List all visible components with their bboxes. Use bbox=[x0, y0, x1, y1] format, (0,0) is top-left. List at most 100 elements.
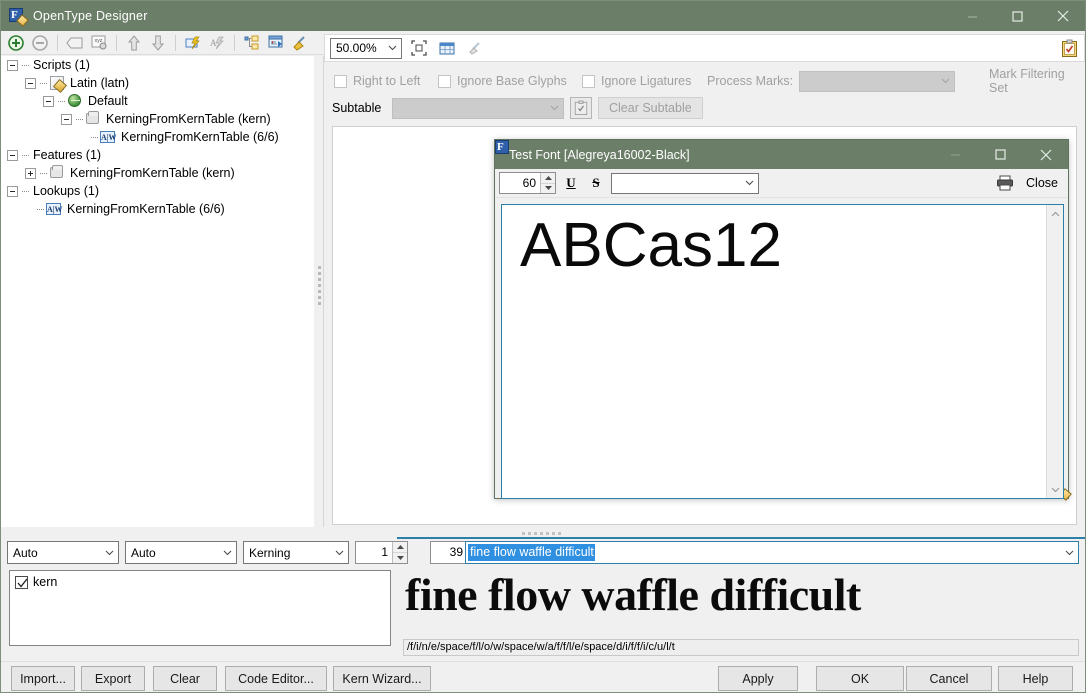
chevron-down-icon bbox=[741, 174, 758, 193]
tree-node[interactable]: A|W KerningFromKernTable (6/6) bbox=[1, 128, 314, 146]
code-editor-button[interactable]: Code Editor... bbox=[225, 666, 327, 691]
maximize-icon[interactable] bbox=[995, 1, 1040, 31]
sample-text-combo[interactable]: fine flow waffle difficult bbox=[465, 541, 1079, 564]
stepper-up-icon[interactable] bbox=[541, 173, 555, 183]
feature-tree[interactable]: Scripts (1) Latin (latn) Default KerningFro… bbox=[1, 56, 314, 529]
checkbox-box[interactable] bbox=[582, 74, 595, 88]
import-button[interactable]: Import... bbox=[11, 666, 75, 691]
help-button[interactable]: Help bbox=[998, 666, 1073, 691]
move-down-icon[interactable] bbox=[147, 32, 169, 54]
compile-icon[interactable] bbox=[182, 32, 204, 54]
tree-connector bbox=[39, 78, 49, 89]
tree-node[interactable]: KerningFromKernTable (kern) bbox=[1, 164, 314, 182]
tree-node-label: Latin (latn) bbox=[70, 76, 130, 90]
tree-node-label: Default bbox=[88, 94, 128, 108]
export-button[interactable]: Export bbox=[81, 666, 145, 691]
maximize-icon[interactable] bbox=[978, 140, 1023, 169]
chevron-down-icon bbox=[937, 72, 954, 91]
test-font-close-button[interactable]: Close bbox=[1022, 176, 1068, 190]
chevron-down-icon[interactable] bbox=[1060, 550, 1078, 556]
tree-node[interactable]: Default bbox=[1, 92, 314, 110]
tree-node[interactable]: Features (1) bbox=[1, 146, 314, 164]
lookup-aw-icon: A|W bbox=[100, 131, 117, 143]
tree-expander-icon[interactable] bbox=[7, 185, 18, 197]
tree-icon[interactable] bbox=[241, 32, 263, 54]
checkbox-box[interactable] bbox=[334, 74, 347, 88]
strikethrough-button[interactable]: S bbox=[586, 172, 606, 194]
chevron-down-icon bbox=[101, 543, 118, 562]
close-icon[interactable] bbox=[1040, 1, 1085, 31]
subtable-picker-button[interactable] bbox=[570, 97, 592, 119]
pair-index-stepper[interactable]: 1 bbox=[355, 541, 408, 564]
tree-node[interactable]: A|W KerningFromKernTable (6/6) bbox=[1, 200, 314, 218]
cancel-button[interactable]: Cancel bbox=[906, 666, 992, 691]
chevron-up-icon[interactable] bbox=[1047, 205, 1064, 222]
stepper-up-icon[interactable] bbox=[393, 542, 407, 552]
stepper-buttons[interactable] bbox=[392, 542, 407, 563]
tree-expander-icon[interactable] bbox=[7, 59, 18, 71]
checkbox-box[interactable] bbox=[15, 575, 28, 589]
chevron-down-icon[interactable] bbox=[1047, 481, 1064, 498]
sample-text-area[interactable]: ABCas12 bbox=[501, 204, 1064, 499]
chevron-down-icon bbox=[384, 39, 401, 58]
printer-icon[interactable] bbox=[993, 172, 1017, 194]
grid-view-icon[interactable] bbox=[436, 37, 458, 59]
tag-icon[interactable] bbox=[64, 32, 86, 54]
tree-node[interactable]: Scripts (1) bbox=[1, 56, 314, 74]
xyz-icon[interactable]: xyz bbox=[88, 32, 110, 54]
clipboard-check-icon[interactable] bbox=[1058, 37, 1080, 59]
checkbox-box[interactable] bbox=[438, 74, 451, 88]
tree-expander-icon[interactable] bbox=[7, 149, 18, 161]
language-combo[interactable]: Auto bbox=[125, 541, 237, 564]
clear-subtable-button[interactable]: Clear Subtable bbox=[598, 97, 703, 119]
remove-icon[interactable] bbox=[29, 32, 51, 54]
sample-text-input[interactable]: fine flow waffle difficult bbox=[468, 544, 595, 561]
stepper-down-icon[interactable] bbox=[541, 182, 555, 194]
vertical-splitter[interactable] bbox=[314, 56, 324, 529]
process-marks-combo[interactable] bbox=[799, 70, 956, 92]
clear-button[interactable]: Clear bbox=[153, 666, 217, 691]
apply-button[interactable]: Apply bbox=[718, 666, 798, 691]
window-icon[interactable] bbox=[265, 32, 287, 54]
subtable-row: Subtable Clear Subtable bbox=[324, 94, 1085, 122]
lookup-flag-checkbox[interactable]: Ignore Ligatures bbox=[582, 74, 691, 88]
minimize-icon[interactable] bbox=[933, 140, 978, 169]
font-size-stepper[interactable]: 60 bbox=[499, 172, 556, 194]
tree-node[interactable]: KerningFromKernTable (kern) bbox=[1, 110, 314, 128]
tree-expander-icon[interactable] bbox=[25, 77, 36, 89]
lookup-flag-checkbox[interactable]: Ignore Base Glyphs bbox=[438, 74, 567, 88]
subtable-combo[interactable] bbox=[392, 97, 564, 119]
add-icon[interactable] bbox=[5, 32, 27, 54]
chevron-down-icon bbox=[219, 543, 236, 562]
tree-expander-icon[interactable] bbox=[61, 113, 72, 125]
window-title: OpenType Designer bbox=[33, 9, 148, 23]
horizontal-splitter[interactable] bbox=[1, 527, 1085, 539]
minimize-icon[interactable] bbox=[950, 1, 995, 31]
tree-expander-icon[interactable] bbox=[43, 95, 54, 107]
tree-node[interactable]: Lookups (1) bbox=[1, 182, 314, 200]
tree-node[interactable]: Latin (latn) bbox=[1, 74, 314, 92]
fit-to-window-icon[interactable] bbox=[408, 37, 430, 59]
kern-wizard-button[interactable]: Kern Wizard... bbox=[333, 666, 431, 691]
test-font-title: Test Font [Alegreya16002-Black] bbox=[509, 147, 690, 162]
tree-expander-icon[interactable] bbox=[25, 167, 36, 179]
lookup-flag-checkbox[interactable]: Right to Left bbox=[334, 74, 420, 88]
stepper-down-icon[interactable] bbox=[393, 552, 407, 563]
brush-icon[interactable] bbox=[464, 37, 486, 59]
feature-combo[interactable]: Kerning bbox=[243, 541, 349, 564]
font-select-combo[interactable] bbox=[611, 172, 759, 194]
broom-icon[interactable] bbox=[289, 32, 311, 54]
underline-button[interactable]: U bbox=[561, 172, 581, 194]
test-font-window-controls bbox=[933, 140, 1068, 169]
sample-scrollbar[interactable] bbox=[1046, 205, 1063, 498]
feature-checkbox-list[interactable]: kern bbox=[9, 570, 391, 646]
tree-connector bbox=[21, 60, 31, 71]
close-icon[interactable] bbox=[1023, 140, 1068, 169]
feature-list-item[interactable]: kern bbox=[10, 571, 390, 589]
zoom-level-combo[interactable]: 50.00% bbox=[330, 37, 402, 59]
stepper-buttons[interactable] bbox=[540, 173, 555, 193]
move-up-icon[interactable] bbox=[123, 32, 145, 54]
compile-all-icon[interactable]: A bbox=[206, 32, 228, 54]
script-combo[interactable]: Auto bbox=[7, 541, 119, 564]
ok-button[interactable]: OK bbox=[816, 666, 904, 691]
